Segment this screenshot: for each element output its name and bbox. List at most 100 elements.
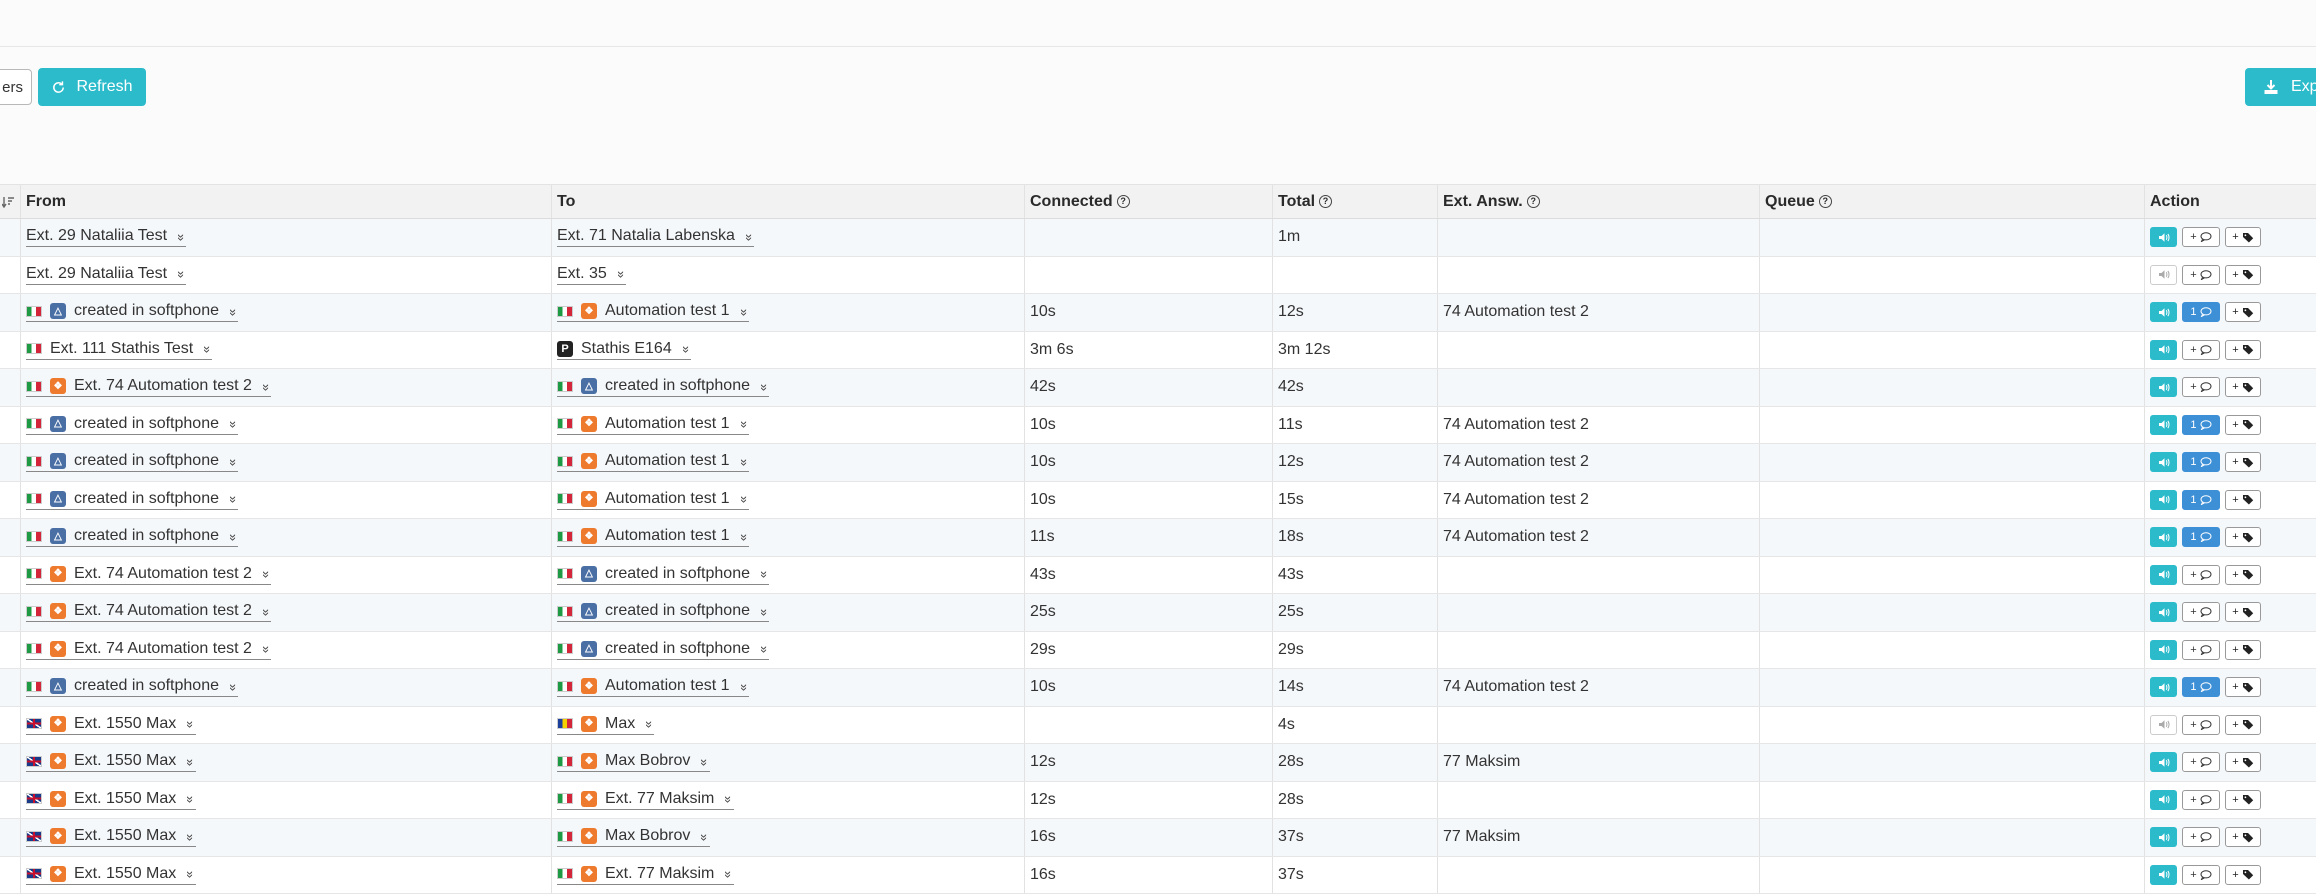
table-row[interactable]: Ext. 29 Nataliia Test» Ext. 71 Natalia La… — [0, 219, 2316, 257]
play-recording-button[interactable] — [2150, 677, 2177, 697]
table-row[interactable]: ❖Ext. 1550 Max»❖Max»4s+ + — [0, 707, 2316, 745]
to-party-select[interactable]: ❖Automation test 1» — [557, 490, 749, 510]
play-recording-button[interactable] — [2150, 715, 2177, 735]
to-party-select[interactable]: ❖Automation test 1» — [557, 677, 749, 697]
to-party-select[interactable]: ❖Automation test 1» — [557, 527, 749, 547]
from-party-select[interactable]: Ext. 29 Nataliia Test» — [26, 265, 186, 285]
table-row[interactable]: △created in softphone» ❖Automation test 1… — [0, 482, 2316, 520]
add-tag-button[interactable]: + — [2225, 452, 2261, 472]
to-party-select[interactable]: ❖Ext. 77 Maksim» — [557, 790, 734, 810]
from-party-select[interactable]: ❖Ext. 1550 Max» — [26, 790, 196, 810]
play-recording-button[interactable] — [2150, 865, 2177, 885]
add-comment-button[interactable]: + — [2182, 340, 2220, 360]
play-recording-button[interactable] — [2150, 752, 2177, 772]
add-comment-button[interactable]: + — [2182, 377, 2220, 397]
play-recording-button[interactable] — [2150, 227, 2177, 247]
play-recording-button[interactable] — [2150, 302, 2177, 322]
to-party-select[interactable]: ❖Automation test 1» — [557, 415, 749, 435]
table-row[interactable]: ❖Ext. 1550 Max»❖Max Bobrov»16s37s77 Maks… — [0, 819, 2316, 857]
add-comment-button[interactable]: + — [2182, 602, 2220, 622]
to-party-select[interactable]: ❖Max» — [557, 715, 654, 735]
add-tag-button[interactable]: + — [2225, 602, 2261, 622]
table-row[interactable]: ❖Ext. 74 Automation test 2» △created in s… — [0, 632, 2316, 670]
to-party-select[interactable]: ❖Automation test 1» — [557, 452, 749, 472]
add-tag-button[interactable]: + — [2225, 340, 2261, 360]
add-tag-button[interactable]: + — [2225, 827, 2261, 847]
add-comment-button[interactable]: 1 — [2182, 677, 2220, 697]
table-row[interactable]: ❖Ext. 1550 Max»❖Max Bobrov»12s28s77 Maks… — [0, 744, 2316, 782]
add-tag-button[interactable]: + — [2225, 865, 2261, 885]
add-tag-button[interactable]: + — [2225, 265, 2261, 285]
add-comment-button[interactable]: + — [2182, 227, 2220, 247]
header-total[interactable]: Total? — [1272, 185, 1437, 218]
add-comment-button[interactable]: 1 — [2182, 415, 2220, 435]
from-party-select[interactable]: Ext. 111 Stathis Test» — [26, 340, 212, 360]
table-row[interactable]: ❖Ext. 1550 Max»❖Ext. 77 Maksim»12s28s+ + — [0, 782, 2316, 820]
from-party-select[interactable]: ❖Ext. 74 Automation test 2» — [26, 377, 271, 397]
export-button[interactable]: Expo — [2245, 68, 2316, 106]
from-party-select[interactable]: ❖Ext. 1550 Max» — [26, 752, 196, 772]
table-row[interactable]: △created in softphone»❖Automation test 1… — [0, 407, 2316, 445]
add-comment-button[interactable]: 1 — [2182, 452, 2220, 472]
to-party-select[interactable]: △created in softphone» — [557, 640, 769, 660]
from-party-select[interactable]: △created in softphone» — [26, 452, 238, 472]
play-recording-button[interactable] — [2150, 640, 2177, 660]
play-recording-button[interactable] — [2150, 827, 2177, 847]
play-recording-button[interactable] — [2150, 490, 2177, 510]
to-party-select[interactable]: △created in softphone» — [557, 602, 769, 622]
table-row[interactable]: ❖Ext. 74 Automation test 2» △created in s… — [0, 594, 2316, 632]
add-tag-button[interactable]: + — [2225, 227, 2261, 247]
play-recording-button[interactable] — [2150, 340, 2177, 360]
to-party-select[interactable]: ❖Max Bobrov» — [557, 827, 710, 847]
from-party-select[interactable]: △created in softphone» — [26, 490, 238, 510]
from-party-select[interactable]: ❖Ext. 74 Automation test 2» — [26, 565, 271, 585]
from-party-select[interactable]: ❖Ext. 74 Automation test 2» — [26, 602, 271, 622]
to-party-select[interactable]: ❖Ext. 77 Maksim» — [557, 865, 734, 885]
add-comment-button[interactable]: + — [2182, 640, 2220, 660]
to-party-select[interactable]: Ext. 71 Natalia Labenska» — [557, 227, 754, 247]
add-comment-button[interactable]: + — [2182, 790, 2220, 810]
sort-icon[interactable] — [0, 185, 20, 218]
table-row[interactable]: △created in softphone» ❖Automation test 1… — [0, 294, 2316, 332]
from-party-select[interactable]: ❖Ext. 1550 Max» — [26, 865, 196, 885]
table-row[interactable]: △created in softphone» ❖Automation test 1… — [0, 444, 2316, 482]
play-recording-button[interactable] — [2150, 452, 2177, 472]
from-party-select[interactable]: △created in softphone» — [26, 527, 238, 547]
to-party-select[interactable]: Ext. 35» — [557, 265, 626, 285]
play-recording-button[interactable] — [2150, 527, 2177, 547]
play-recording-button[interactable] — [2150, 415, 2177, 435]
add-tag-button[interactable]: + — [2225, 302, 2261, 322]
add-comment-button[interactable]: 1 — [2182, 302, 2220, 322]
add-comment-button[interactable]: + — [2182, 865, 2220, 885]
table-row[interactable]: ❖Ext. 74 Automation test 2»△created in s… — [0, 369, 2316, 407]
refresh-button[interactable]: Refresh — [38, 68, 146, 106]
from-party-select[interactable]: Ext. 29 Nataliia Test» — [26, 227, 186, 247]
add-comment-button[interactable]: 1 — [2182, 527, 2220, 547]
add-tag-button[interactable]: + — [2225, 527, 2261, 547]
help-icon[interactable]: ? — [1319, 195, 1332, 208]
add-tag-button[interactable]: + — [2225, 790, 2261, 810]
table-row[interactable]: ❖Ext. 74 Automation test 2»△created in s… — [0, 557, 2316, 595]
from-party-select[interactable]: △created in softphone» — [26, 302, 238, 322]
from-party-select[interactable]: ❖Ext. 74 Automation test 2» — [26, 640, 271, 660]
from-party-select[interactable]: ❖Ext. 1550 Max» — [26, 715, 196, 735]
add-tag-button[interactable]: + — [2225, 565, 2261, 585]
table-row[interactable]: ❖Ext. 1550 Max»❖Ext. 77 Maksim»16s37s+ + — [0, 857, 2316, 894]
header-ext-answ[interactable]: Ext. Answ.? — [1437, 185, 1759, 218]
from-party-select[interactable]: △created in softphone» — [26, 677, 238, 697]
help-icon[interactable]: ? — [1819, 195, 1832, 208]
filters-button[interactable]: ers — [0, 69, 32, 105]
table-row[interactable]: △created in softphone» ❖Automation test 1… — [0, 669, 2316, 707]
add-comment-button[interactable]: + — [2182, 565, 2220, 585]
play-recording-button[interactable] — [2150, 265, 2177, 285]
play-recording-button[interactable] — [2150, 377, 2177, 397]
play-recording-button[interactable] — [2150, 602, 2177, 622]
add-comment-button[interactable]: + — [2182, 752, 2220, 772]
play-recording-button[interactable] — [2150, 790, 2177, 810]
add-tag-button[interactable]: + — [2225, 415, 2261, 435]
table-row[interactable]: △created in softphone» ❖Automation test 1… — [0, 519, 2316, 557]
add-tag-button[interactable]: + — [2225, 677, 2261, 697]
add-tag-button[interactable]: + — [2225, 377, 2261, 397]
to-party-select[interactable]: ❖Automation test 1» — [557, 302, 749, 322]
to-party-select[interactable]: ❖Max Bobrov» — [557, 752, 710, 772]
